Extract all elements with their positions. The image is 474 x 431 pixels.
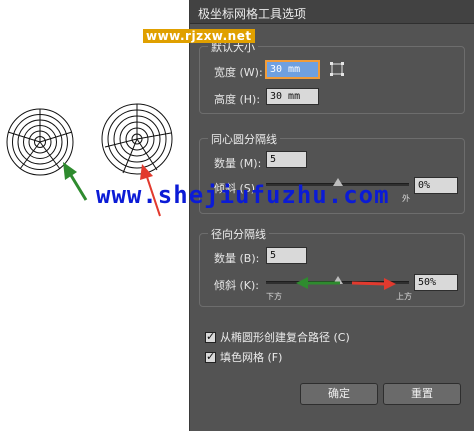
green-arrow-icon <box>296 277 340 289</box>
reset-button[interactable]: 重置 <box>383 383 461 405</box>
dialog-title: 极坐标网格工具选项 <box>190 0 474 24</box>
create-compound-label: 从椭圆形创建复合路径 (C) <box>220 331 350 344</box>
radial-skew-right-label: 上方 <box>396 292 412 301</box>
ok-button[interactable]: 确定 <box>300 383 378 405</box>
watermark-big: www.shejiufuzhu.com <box>96 181 390 209</box>
fill-grid-row[interactable]: 填色网格 (F) <box>205 349 282 365</box>
height-label: 高度 (H): <box>214 93 261 106</box>
height-field[interactable]: 30 mm <box>266 88 319 105</box>
width-field[interactable]: 30 mm <box>265 60 320 79</box>
radial-count-field[interactable]: 5 <box>266 247 307 264</box>
concentric-skew-right-label: 外 <box>402 194 410 203</box>
watermark-top: www.rjzxw.net <box>143 29 255 43</box>
fill-grid-checkbox[interactable] <box>205 350 216 363</box>
radial-count-label: 数量 (B): <box>214 252 260 265</box>
concentric-legend: 同心圆分隔线 <box>208 131 280 147</box>
create-compound-checkbox[interactable] <box>205 330 216 343</box>
link-width-height-icon[interactable] <box>329 61 345 77</box>
create-compound-row[interactable]: 从椭圆形创建复合路径 (C) <box>205 329 350 345</box>
red-arrow-icon <box>352 278 396 290</box>
radial-legend: 径向分隔线 <box>208 226 269 242</box>
radial-skew-label: 倾斜 (K): <box>214 279 259 292</box>
concentric-skew-field[interactable]: 0% <box>414 177 458 194</box>
green-arrow-icon <box>63 162 88 201</box>
radial-dividers-group: 径向分隔线 <box>199 226 465 307</box>
radial-skew-left-label: 下方 <box>266 292 282 301</box>
radial-skew-field[interactable]: 50% <box>414 274 458 291</box>
concentric-count-field[interactable]: 5 <box>266 151 307 168</box>
width-label: 宽度 (W): <box>214 66 263 79</box>
fill-grid-label: 填色网格 (F) <box>220 351 283 364</box>
concentric-count-label: 数量 (M): <box>214 157 262 170</box>
